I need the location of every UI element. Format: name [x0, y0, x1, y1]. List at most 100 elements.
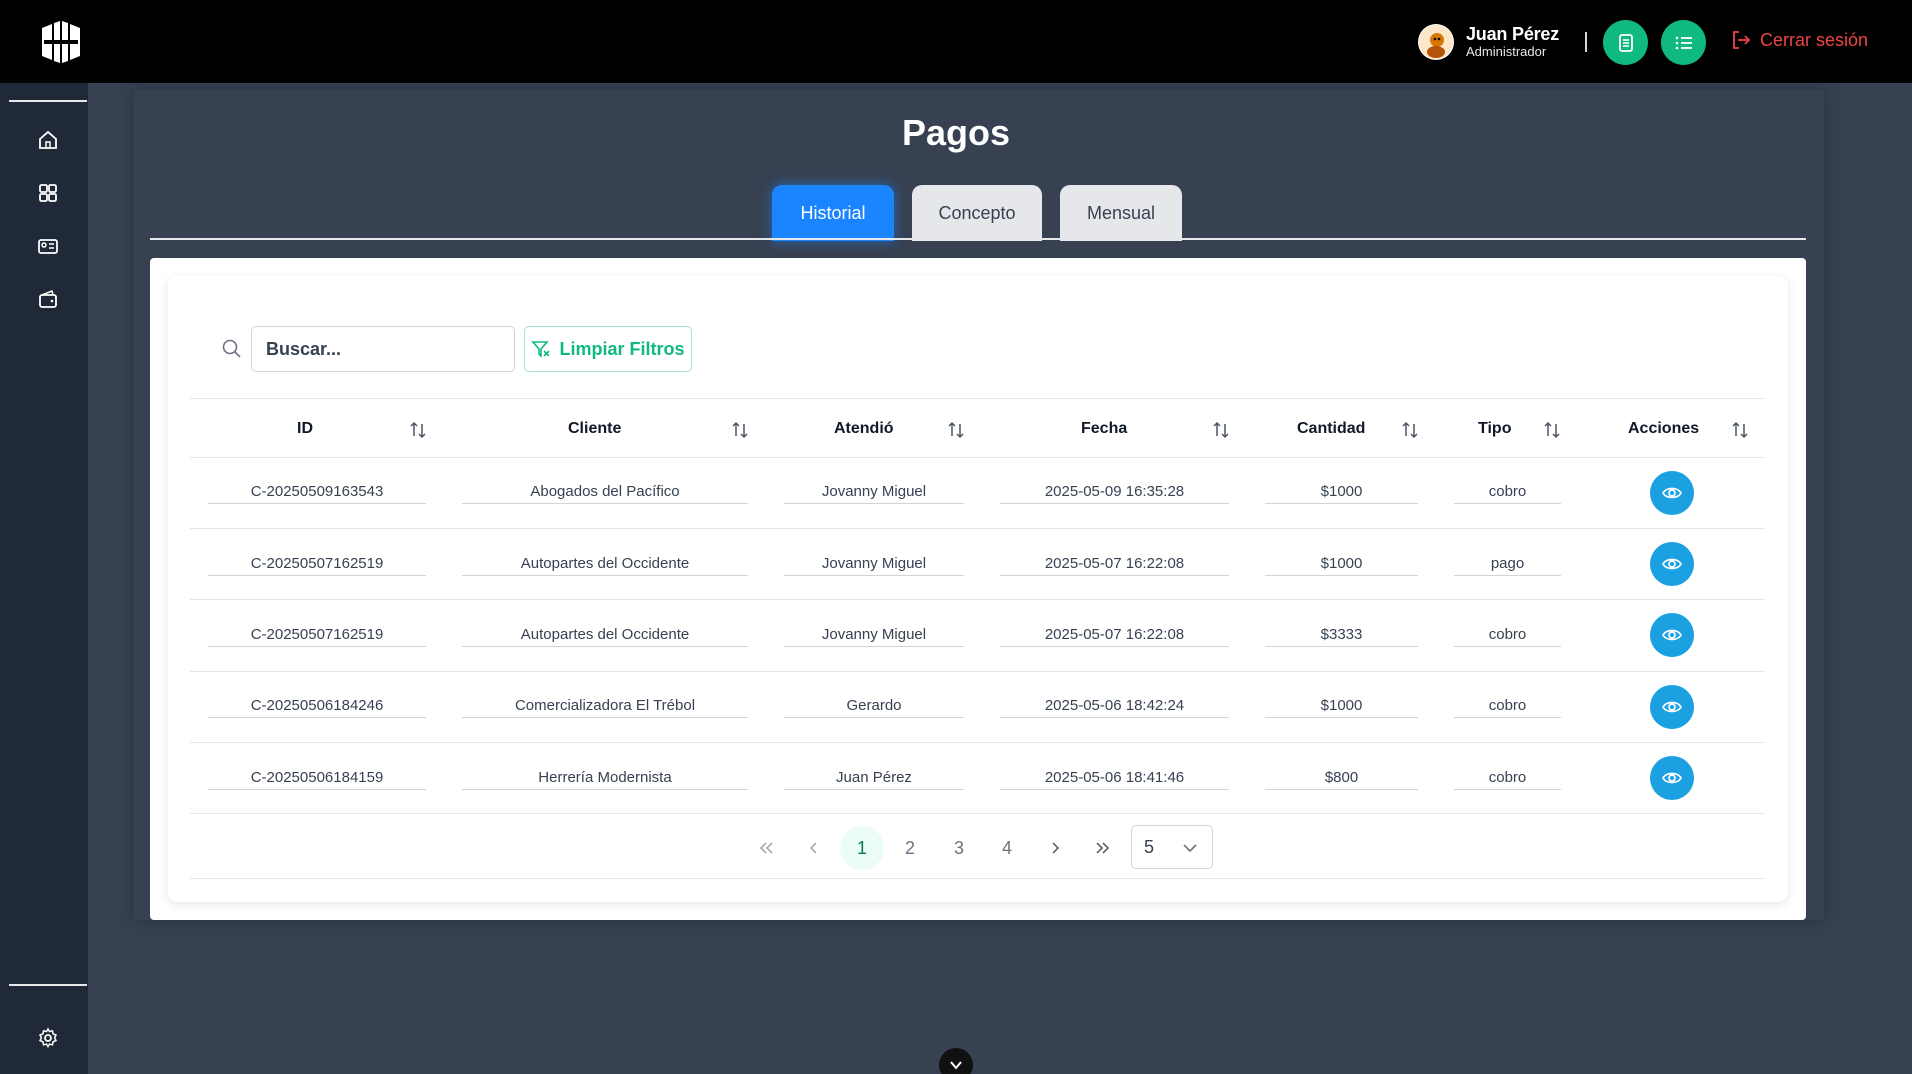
cell-cliente: Abogados del Pacífico	[462, 480, 748, 504]
cell-fecha: 2025-05-06 18:42:24	[1000, 694, 1229, 718]
sort-icon[interactable]	[1401, 420, 1419, 440]
cell-cantidad: $1000	[1265, 480, 1418, 504]
id-card-icon	[38, 239, 58, 254]
sidebar-divider-bottom	[9, 984, 87, 986]
chevron-right-icon	[1052, 842, 1060, 854]
row-divider	[190, 742, 1765, 743]
tab-concepto[interactable]: Concepto	[912, 185, 1042, 241]
column-header-atendio[interactable]: Atendió	[834, 420, 894, 438]
scroll-down-button[interactable]	[939, 1048, 973, 1074]
list-icon	[1675, 36, 1692, 49]
menu-button[interactable]	[1661, 20, 1706, 65]
cell-fecha: 2025-05-07 16:22:08	[1000, 623, 1229, 647]
cell-cantidad: $1000	[1265, 694, 1418, 718]
sort-icon[interactable]	[947, 420, 965, 440]
sidebar-item-settings[interactable]	[34, 1024, 62, 1052]
cell-fecha: 2025-05-06 18:41:46	[1000, 766, 1229, 790]
cell-cliente: Herrería Modernista	[462, 766, 748, 790]
column-header-cliente[interactable]: Cliente	[568, 420, 621, 438]
cell-id: C-20250509163543	[208, 480, 426, 504]
sidebar-item-clients[interactable]	[34, 232, 62, 260]
cell-cliente: Autopartes del Occidente	[462, 623, 748, 647]
cell-cantidad: $1000	[1265, 552, 1418, 576]
chevrons-right-icon	[1096, 842, 1110, 854]
column-header-id[interactable]: ID	[297, 420, 313, 438]
tab-mensual[interactable]: Mensual	[1060, 185, 1182, 241]
cell-atendio: Jovanny Miguel	[784, 623, 964, 647]
avatar[interactable]	[1418, 24, 1454, 60]
next-page-button[interactable]	[1033, 826, 1077, 870]
sort-icon[interactable]	[1212, 420, 1230, 440]
clear-filters-button[interactable]: Limpiar Filtros	[524, 326, 692, 372]
cell-tipo: cobro	[1454, 480, 1561, 504]
sort-icon[interactable]	[731, 420, 749, 440]
view-button[interactable]	[1650, 542, 1694, 586]
cell-cantidad: $3333	[1265, 623, 1418, 647]
eye-icon	[1662, 772, 1682, 784]
sidebar-item-payments[interactable]	[34, 285, 62, 313]
page-button[interactable]: 2	[888, 826, 932, 870]
view-button[interactable]	[1650, 613, 1694, 657]
search-input[interactable]	[251, 326, 515, 372]
cell-cliente: Autopartes del Occidente	[462, 552, 748, 576]
sidebar-divider	[9, 100, 87, 102]
cell-id: C-20250507162519	[208, 623, 426, 647]
view-button[interactable]	[1650, 471, 1694, 515]
row-divider	[190, 599, 1765, 600]
view-button[interactable]	[1650, 756, 1694, 800]
view-button[interactable]	[1650, 685, 1694, 729]
divider	[1585, 32, 1587, 52]
cell-id: C-20250506184246	[208, 694, 426, 718]
tab-underline	[150, 238, 1806, 240]
sort-icon[interactable]	[1543, 420, 1561, 440]
app-logo-icon[interactable]	[38, 20, 84, 64]
rows-per-page-value: 5	[1144, 836, 1155, 857]
sidebar-item-dashboard[interactable]	[34, 179, 62, 207]
cell-cantidad: $800	[1265, 766, 1418, 790]
logout-label: Cerrar sesión	[1760, 29, 1869, 50]
prev-page-button[interactable]	[792, 826, 836, 870]
cell-id: C-20250507162519	[208, 552, 426, 576]
eye-icon	[1662, 558, 1682, 570]
cell-atendio: Jovanny Miguel	[784, 480, 964, 504]
eye-icon	[1662, 701, 1682, 713]
sort-icon[interactable]	[409, 420, 427, 440]
logout-button[interactable]: Cerrar sesión	[1730, 29, 1868, 51]
sort-icon[interactable]	[1731, 420, 1749, 440]
tab-historial[interactable]: Historial	[772, 185, 894, 241]
column-header-tipo[interactable]: Tipo	[1478, 420, 1511, 438]
cell-fecha: 2025-05-09 16:35:28	[1000, 480, 1229, 504]
page-button[interactable]: 3	[937, 826, 981, 870]
column-header-acciones[interactable]: Acciones	[1628, 420, 1699, 438]
column-header-cantidad[interactable]: Cantidad	[1297, 420, 1365, 438]
table-top-border	[190, 398, 1765, 399]
sidebar	[0, 83, 88, 1074]
search-icon	[222, 339, 241, 358]
first-page-button[interactable]	[744, 826, 788, 870]
rows-per-page-select[interactable]: 5	[1131, 825, 1213, 869]
user-profile[interactable]: Juan Pérez Administrador	[1418, 22, 1559, 62]
eye-icon	[1662, 629, 1682, 641]
clear-filters-label: Limpiar Filtros	[559, 338, 685, 359]
user-name: Juan Pérez	[1466, 24, 1560, 44]
chevrons-left-icon	[759, 842, 773, 854]
page-button[interactable]: 4	[985, 826, 1029, 870]
cell-atendio: Gerardo	[784, 694, 964, 718]
last-page-button[interactable]	[1081, 826, 1125, 870]
row-divider	[190, 528, 1765, 529]
user-avatar-icon	[1419, 25, 1453, 59]
grid-icon	[39, 184, 57, 202]
top-bar: Juan Pérez Administrador Cerrar sesión	[0, 0, 1912, 83]
tab-bar: Historial Concepto Mensual	[772, 185, 1200, 241]
filter-clear-icon	[531, 341, 551, 358]
column-header-fecha[interactable]: Fecha	[1081, 420, 1127, 438]
document-icon	[1618, 33, 1633, 52]
page-button[interactable]: 1	[840, 826, 884, 870]
page-title: Pagos	[901, 112, 1011, 153]
cell-tipo: cobro	[1454, 766, 1561, 790]
pagination-border	[190, 878, 1765, 879]
row-divider	[190, 457, 1765, 458]
cell-cliente: Comercializadora El Trébol	[462, 694, 748, 718]
notes-button[interactable]	[1603, 20, 1648, 65]
gear-icon	[38, 1027, 58, 1049]
